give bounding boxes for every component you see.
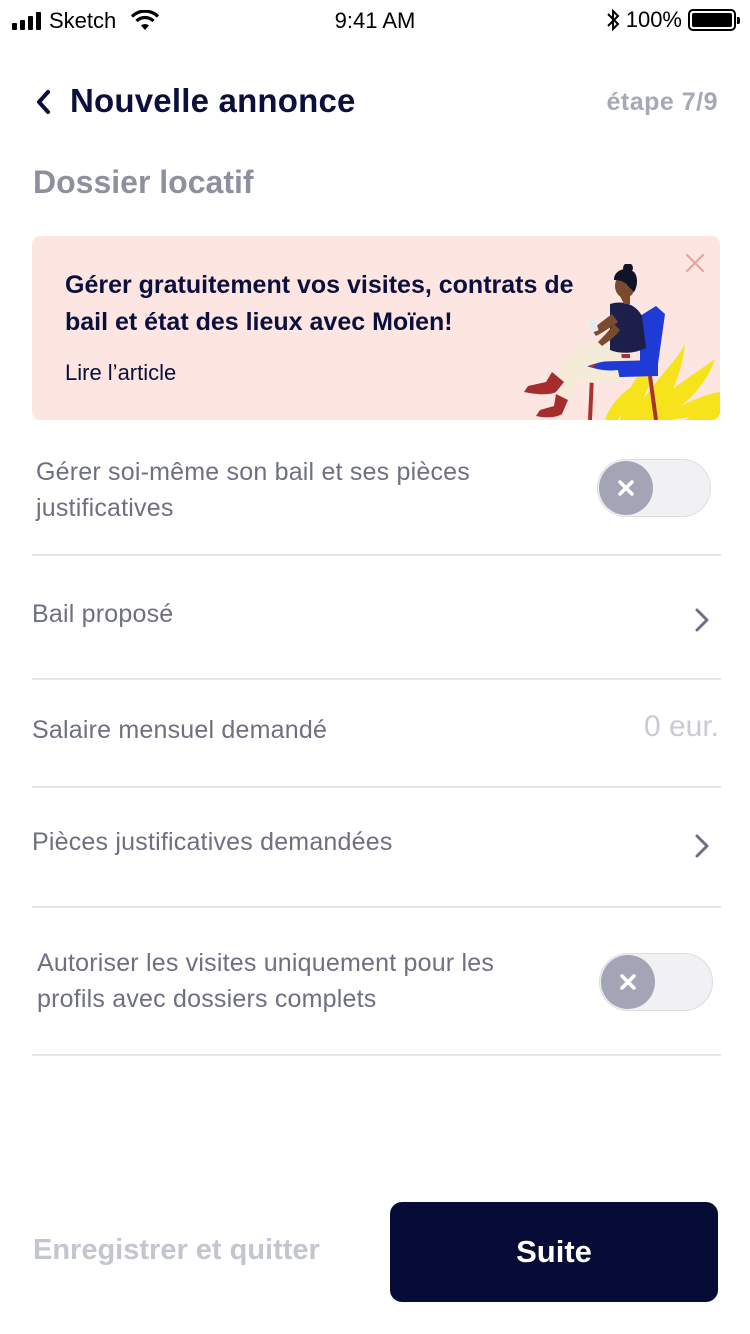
status-right: 100%	[606, 7, 740, 33]
status-bar: Sketch 9:41 AM 100%	[0, 0, 750, 40]
list-row-complete-profiles-only: Autoriser les visites uniquement pour le…	[32, 908, 721, 1056]
list-row-proposed-lease[interactable]: Bail proposé	[32, 556, 721, 680]
section-title: Dossier locatif	[33, 164, 254, 200]
page-title: Nouvelle annonce	[70, 82, 356, 119]
toggle-knob	[599, 461, 653, 515]
list-row-manage-lease: Gérer soi-même son bail et ses pièces ju…	[32, 438, 721, 556]
step-indicator: étape 7/9	[606, 88, 718, 116]
salary-value[interactable]: 0 eur.	[644, 710, 719, 744]
row-label: Gérer soi-même son bail et ses pièces ju…	[36, 458, 470, 522]
close-icon	[618, 480, 634, 496]
header: Nouvelle annonce étape 7/9	[0, 70, 750, 134]
promo-banner: Gérer gratuitement vos visites, contrats…	[32, 236, 720, 420]
save-and-quit-button[interactable]: Enregistrer et quitter	[33, 1234, 320, 1267]
close-icon	[620, 974, 636, 990]
battery-percentage: 100%	[625, 7, 682, 32]
next-button[interactable]: Suite	[390, 1202, 718, 1302]
row-label: Salaire mensuel demandé	[32, 716, 328, 744]
woman-on-chair-illustration	[524, 264, 720, 420]
back-button[interactable]	[28, 84, 58, 120]
complete-profiles-toggle[interactable]	[599, 953, 713, 1011]
list-row-required-documents[interactable]: Pièces justificatives demandées	[32, 788, 721, 908]
list-row-monthly-salary[interactable]: Salaire mensuel demandé 0 eur.	[32, 680, 721, 788]
battery-fill	[692, 13, 732, 27]
bluetooth-icon	[607, 8, 620, 32]
read-article-link[interactable]: Lire l’article	[65, 360, 176, 386]
manage-lease-toggle[interactable]	[597, 459, 711, 517]
battery-icon	[688, 9, 740, 31]
toggle-knob	[601, 955, 655, 1009]
chevron-right-icon	[695, 608, 709, 632]
row-label: Bail proposé	[32, 600, 174, 628]
row-label: Autoriser les visites uniquement pour le…	[37, 949, 495, 1013]
chevron-left-icon	[37, 90, 50, 114]
chevron-right-icon	[695, 834, 709, 858]
row-label: Pièces justificatives demandées	[32, 828, 393, 856]
